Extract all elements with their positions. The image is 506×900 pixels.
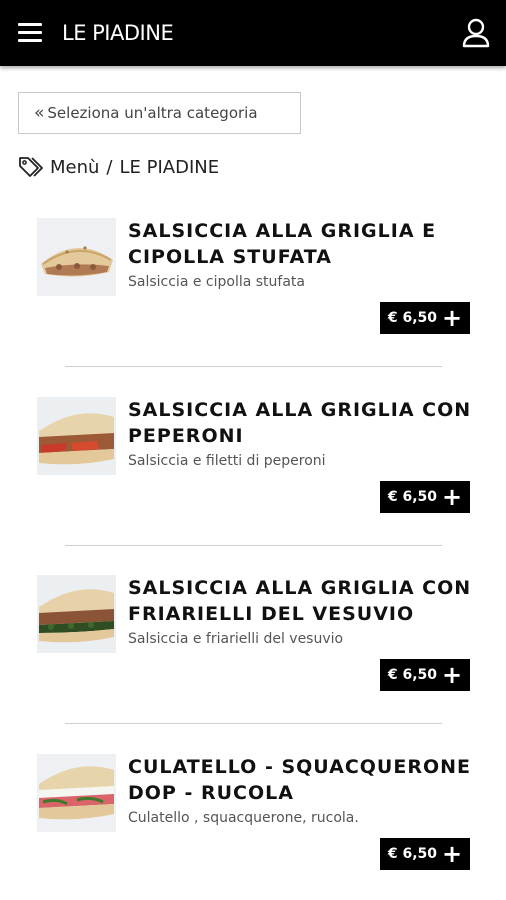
product-price: € 6,50 bbox=[387, 310, 438, 326]
user-icon[interactable] bbox=[462, 18, 490, 48]
product-price: € 6,50 bbox=[387, 667, 438, 683]
product-price: € 6,50 bbox=[387, 846, 438, 862]
product-item: SALSICCIA ALLA GRIGLIA CON PEPERONI Sals… bbox=[0, 397, 506, 575]
plus-icon: + bbox=[442, 661, 463, 689]
breadcrumb-separator: / bbox=[106, 156, 113, 178]
add-to-cart-button[interactable]: € 6,50 + bbox=[380, 302, 470, 334]
product-price: € 6,50 bbox=[387, 489, 438, 505]
add-to-cart-button[interactable]: € 6,50 + bbox=[380, 659, 470, 691]
add-to-cart-button[interactable]: € 6,50 + bbox=[380, 481, 470, 513]
double-chevron-left-icon: « bbox=[34, 103, 45, 123]
product-name: SALSICCIA ALLA GRIGLIA E CIPOLLA STUFATA bbox=[128, 220, 437, 268]
product-image bbox=[37, 575, 116, 653]
product-description: Salsiccia e friarielli del vesuvio bbox=[128, 631, 344, 647]
top-app-bar: LE PIADINE bbox=[0, 0, 506, 66]
product-image bbox=[37, 397, 116, 475]
breadcrumb-item-current: LE PIADINE bbox=[119, 156, 220, 178]
select-other-category-label: Seleziona un'altra categoria bbox=[47, 104, 258, 122]
plus-icon: + bbox=[442, 840, 463, 868]
tag-icon bbox=[19, 157, 43, 177]
product-image bbox=[37, 754, 116, 832]
product-description: Culatello , squacquerone, rucola. bbox=[128, 810, 359, 826]
select-other-category-button[interactable]: « Seleziona un'altra categoria bbox=[18, 92, 301, 134]
page-title: LE PIADINE bbox=[62, 21, 174, 45]
product-name: CULATELLO - SQUACQUERONE DOP - RUCOLA bbox=[128, 756, 472, 804]
product-item: SALSICCIA ALLA GRIGLIA CON FRIARIELLI DE… bbox=[0, 575, 506, 753]
plus-icon: + bbox=[442, 304, 463, 332]
product-description: Salsiccia e cipolla stufata bbox=[128, 274, 305, 290]
product-description: Salsiccia e filetti di peperoni bbox=[128, 453, 326, 469]
product-name: SALSICCIA ALLA GRIGLIA CON FRIARIELLI DE… bbox=[128, 577, 472, 625]
plus-icon: + bbox=[442, 483, 463, 511]
divider bbox=[65, 366, 442, 367]
product-item: CULATELLO - SQUACQUERONE DOP - RUCOLA Cu… bbox=[0, 754, 506, 900]
divider bbox=[65, 545, 442, 546]
breadcrumb: Menù / LE PIADINE bbox=[18, 154, 219, 180]
add-to-cart-button[interactable]: € 6,50 + bbox=[380, 838, 470, 870]
product-image bbox=[37, 218, 116, 296]
product-item: SALSICCIA ALLA GRIGLIA E CIPOLLA STUFATA… bbox=[0, 218, 506, 396]
hamburger-menu-icon[interactable] bbox=[18, 22, 42, 44]
breadcrumb-item-menu[interactable]: Menù bbox=[50, 157, 99, 178]
product-name: SALSICCIA ALLA GRIGLIA CON PEPERONI bbox=[128, 399, 472, 447]
divider bbox=[65, 723, 442, 724]
